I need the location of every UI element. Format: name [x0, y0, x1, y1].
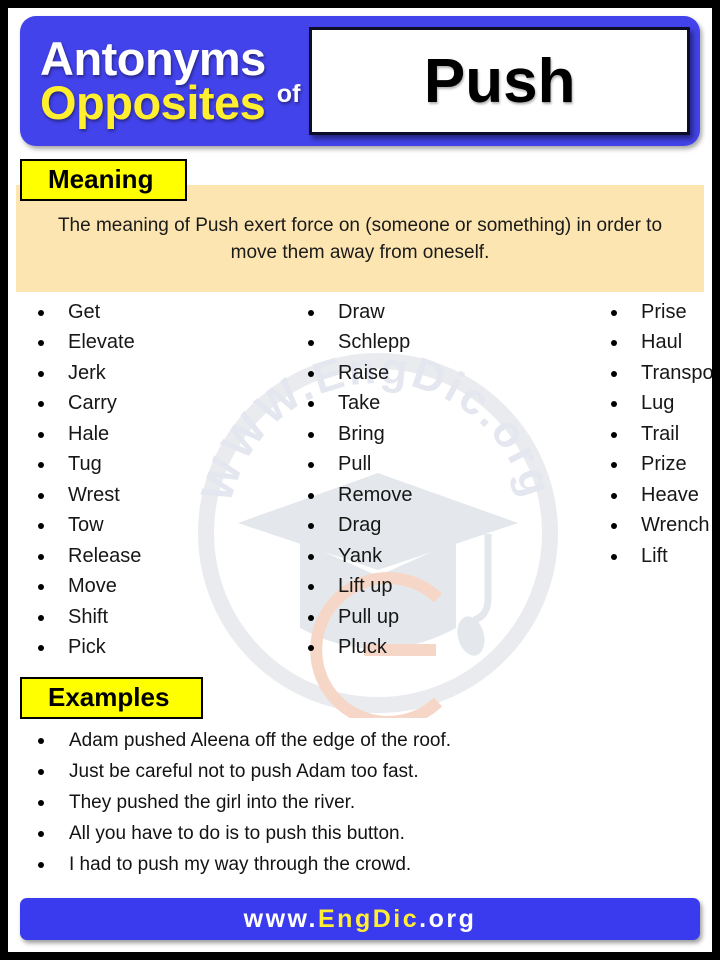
list-item: Lug	[609, 388, 712, 419]
title-antonyms: Antonyms	[40, 32, 266, 86]
footer-url-suffix: .org	[419, 904, 477, 933]
list-item: Draw	[306, 297, 585, 328]
list-item: Adam pushed Aleena off the edge of the r…	[36, 725, 712, 756]
list-item: Pluck	[306, 632, 585, 663]
footer-bar[interactable]: www. EngDic .org	[20, 898, 700, 940]
headword: Push	[423, 46, 576, 116]
list-item: Elevate	[36, 327, 282, 358]
list-item: Prize	[609, 449, 712, 480]
list-item: Remove	[306, 480, 585, 511]
list-item: Pull	[306, 449, 585, 480]
list-item: Wrench	[609, 510, 712, 541]
list-item: Take	[306, 388, 585, 419]
header-title-block: Antonyms Opposites	[40, 32, 266, 129]
list-item: Wrest	[36, 480, 282, 511]
antonyms-list-1: Get Elevate Jerk Carry Hale Tug Wrest To…	[36, 297, 282, 663]
list-item: Just be careful not to push Adam too fas…	[36, 756, 712, 787]
list-item: Transport	[609, 358, 712, 389]
list-item: I had to push my way through the crowd.	[36, 849, 712, 880]
list-item: Lift up	[306, 571, 585, 602]
list-item: Move	[36, 571, 282, 602]
footer-url-prefix: www.	[243, 904, 318, 933]
list-item: Release	[36, 541, 282, 572]
list-item: Hale	[36, 419, 282, 450]
list-item: Tow	[36, 510, 282, 541]
list-item: Schlepp	[306, 327, 585, 358]
list-item: Yank	[306, 541, 585, 572]
list-item: Get	[36, 297, 282, 328]
list-item: Pick	[36, 632, 282, 663]
list-item: Jerk	[36, 358, 282, 389]
list-item: Pull up	[306, 602, 585, 633]
antonyms-columns: Get Elevate Jerk Carry Hale Tug Wrest To…	[8, 297, 712, 663]
antonyms-column-1: Get Elevate Jerk Carry Hale Tug Wrest To…	[12, 297, 282, 663]
antonyms-column-2: Draw Schlepp Raise Take Bring Pull Remov…	[282, 297, 585, 663]
list-item: Shift	[36, 602, 282, 633]
meaning-section: Meaning The meaning of Push exert force …	[8, 159, 712, 292]
meaning-tag: Meaning	[20, 159, 188, 201]
list-item: Drag	[306, 510, 585, 541]
poster-header: Antonyms Opposites of Push	[20, 16, 700, 146]
meaning-text: The meaning of Push exert force on (some…	[57, 215, 663, 263]
antonyms-list-2: Draw Schlepp Raise Take Bring Pull Remov…	[306, 297, 585, 663]
examples-section: Examples Adam pushed Aleena off the edge…	[8, 676, 712, 880]
list-item: Tug	[36, 449, 282, 480]
footer-url-brand: EngDic	[318, 904, 420, 933]
examples-list: Adam pushed Aleena off the edge of the r…	[8, 725, 712, 880]
list-item: They pushed the girl into the river.	[36, 787, 712, 818]
examples-tag: Examples	[20, 676, 204, 719]
list-item: Haul	[609, 327, 712, 358]
list-item: All you have to do is to push this butto…	[36, 818, 712, 849]
title-opposites: Opposites	[40, 76, 266, 129]
list-item: Prise	[609, 297, 712, 328]
list-item: Raise	[306, 358, 585, 389]
title-connector: of	[276, 79, 301, 108]
list-item: Heave	[609, 480, 712, 511]
list-item: Carry	[36, 388, 282, 419]
list-item: Trail	[609, 419, 712, 450]
list-item: Bring	[306, 419, 585, 450]
headword-box: Push	[309, 27, 690, 135]
antonyms-poster: WWW.EngDic.org Antonyms Opposites of Pus…	[0, 0, 720, 960]
antonyms-list-3: Prise Haul Transport Lug Trail Prize Hea…	[609, 297, 712, 572]
list-item: Lift	[609, 541, 712, 572]
antonyms-column-3: Prise Haul Transport Lug Trail Prize Hea…	[585, 297, 712, 663]
